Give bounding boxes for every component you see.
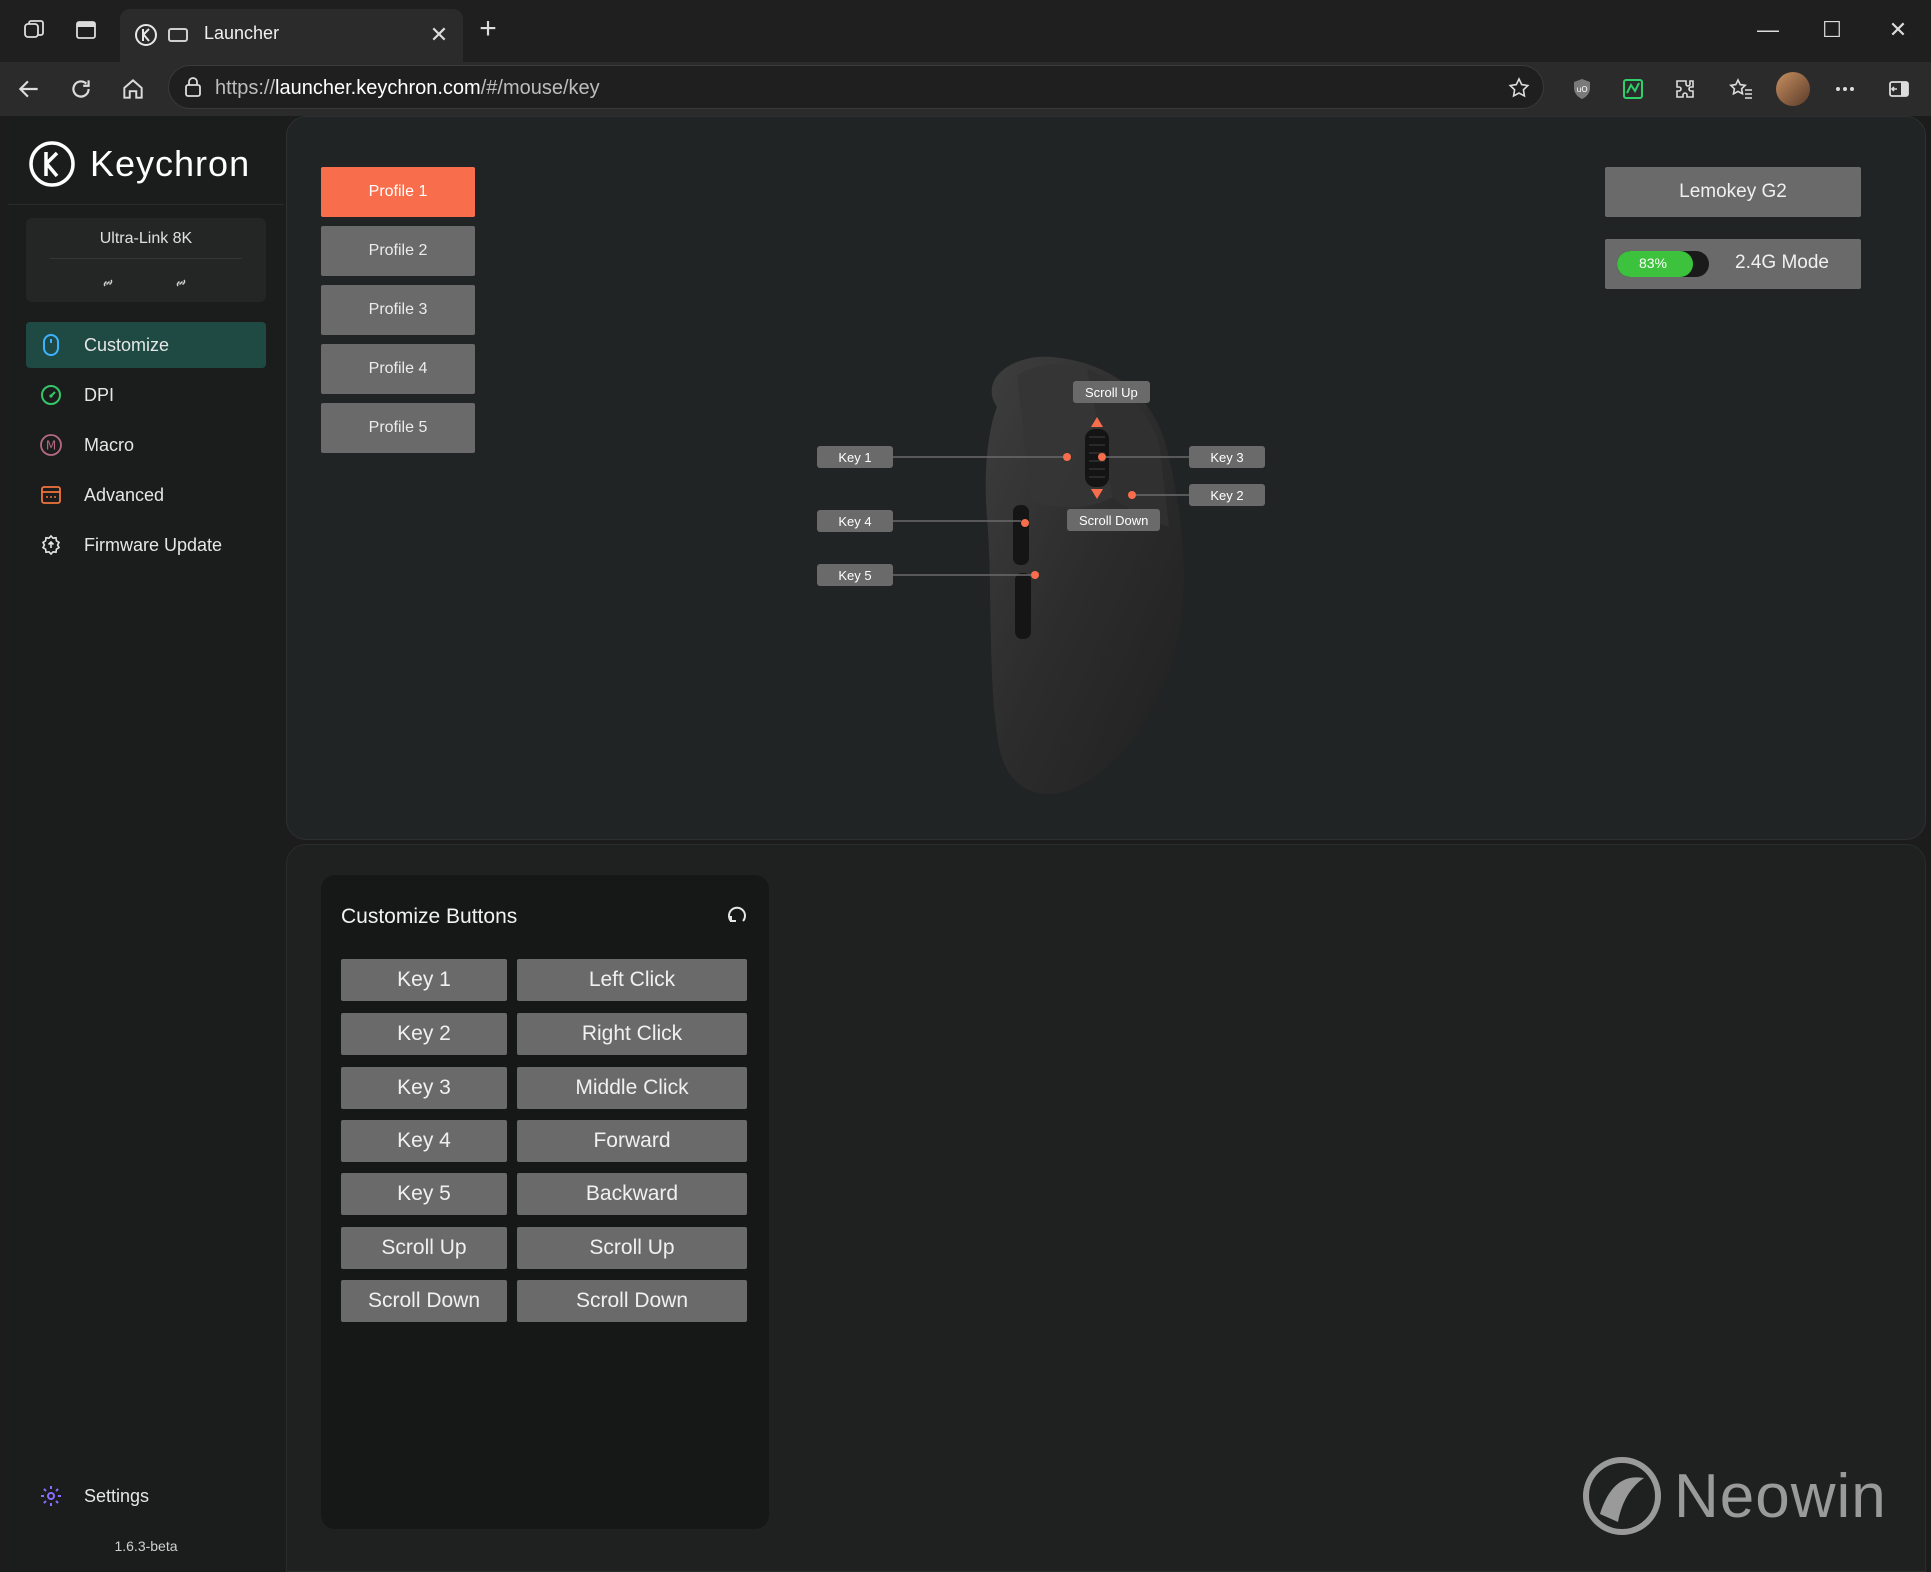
scroll-down-button[interactable]: Scroll Down [341,1280,507,1322]
scroll-down-action-button[interactable]: Scroll Down [517,1280,747,1322]
callout-scroll-up[interactable]: Scroll Up [1073,381,1150,403]
settings-label: Settings [84,1485,150,1506]
vertical-tabs-icon[interactable] [70,14,102,46]
more-menu-icon[interactable] [1828,72,1862,106]
card-title: Customize Buttons [341,905,518,928]
browser-titlebar: Launcher ✕ + — ☐ ✕ [0,0,1931,62]
divider [8,204,284,205]
app-sidebar: Keychron Ultra-Link 8K Customize DPI M M… [8,116,284,1572]
keychron-favicon-icon [135,24,157,46]
keyboard-icon [168,28,188,42]
svg-text:M: M [46,439,56,453]
mouse-icon [38,332,64,358]
sidebar-item-label: Customize [84,334,170,355]
key-5-button[interactable]: Key 5 [341,1173,507,1215]
new-tab-icon[interactable]: + [472,14,504,46]
reset-icon[interactable] [725,905,749,929]
device-name: Ultra-Link 8K [99,230,193,247]
key-3-button[interactable]: Key 3 [341,1067,507,1109]
device-panel: Profile 1 Profile 2 Profile 3 Profile 4 … [286,116,1926,840]
link-icon[interactable] [99,274,117,292]
sidebar-item-macro[interactable]: M Macro [26,422,266,468]
callout-key-4[interactable]: Key 4 [817,510,893,532]
gauge-icon [38,382,64,408]
sidebar-item-dpi[interactable]: DPI [26,372,266,418]
browser-tab[interactable]: Launcher ✕ [120,9,463,62]
gear-icon [38,1483,64,1509]
link-icon[interactable] [172,274,190,292]
battery-indicator: 83% [1617,251,1709,277]
device-model-button[interactable]: Lemokey G2 [1605,167,1861,217]
lock-icon[interactable] [183,76,203,98]
firmware-update-icon [38,532,64,558]
key-1-action-button[interactable]: Left Click [517,959,747,1001]
callout-scroll-down[interactable]: Scroll Down [1067,509,1161,531]
profile-1-button[interactable]: Profile 1 [321,167,475,217]
close-window-icon[interactable]: ✕ [1878,12,1918,48]
mouse-body [891,356,1195,794]
app-version: 1.6.3-beta [114,1538,178,1554]
profile-3-button[interactable]: Profile 3 [321,285,475,335]
callout-key-1[interactable]: Key 1 [817,446,893,468]
key-2-button[interactable]: Key 2 [341,1013,507,1055]
watermark-text: Neowin [1674,1461,1887,1531]
favorites-icon[interactable] [1724,72,1758,106]
key-2-action-button[interactable]: Right Click [517,1013,747,1055]
callout-key-2[interactable]: Key 2 [1189,484,1265,506]
advanced-window-icon [38,482,64,508]
key-1-button[interactable]: Key 1 [341,959,507,1001]
sidebar-item-firmware-update[interactable]: Firmware Update [26,522,266,568]
svg-text:uO: uO [1576,85,1587,94]
sidebar-item-label: Advanced [84,484,165,505]
maximize-icon[interactable]: ☐ [1812,12,1852,48]
sidebar-toggle-icon[interactable] [1882,72,1916,106]
battery-percent: 83% [1638,255,1668,271]
neowin-watermark: Neowin [1582,1454,1902,1538]
profile-5-button[interactable]: Profile 5 [321,403,475,453]
scroll-up-button[interactable]: Scroll Up [341,1227,507,1269]
favorite-star-icon[interactable] [1507,76,1531,100]
ublock-extension-icon[interactable]: uO [1565,72,1599,106]
close-tab-icon[interactable]: ✕ [425,21,453,49]
sidebar-item-label: DPI [84,384,115,405]
browser-toolbar: https://launcher.keychron.com/#/mouse/ke… [0,62,1931,116]
keychron-logo-icon [29,141,75,187]
scroll-up-action-button[interactable]: Scroll Up [517,1227,747,1269]
connection-mode: 83% 2.4G Mode [1605,239,1861,289]
key-5-action-button[interactable]: Backward [517,1173,747,1215]
back-icon[interactable] [12,72,46,106]
green-extension-icon[interactable] [1616,72,1650,106]
sidebar-item-label: Macro [84,434,135,455]
sidebar-item-settings[interactable]: Settings [26,1476,149,1516]
customize-buttons-card: Customize Buttons Key 1 Left Click Key 2… [321,875,769,1529]
url-text[interactable]: https://launcher.keychron.com/#/mouse/ke… [215,77,600,100]
workspaces-icon[interactable] [18,14,50,46]
profile-avatar[interactable] [1776,72,1810,106]
callout-key-3[interactable]: Key 3 [1189,446,1265,468]
neowin-logo-icon [1583,1457,1661,1535]
tab-title: Launcher [204,23,280,43]
mouse-illustration: Scroll Up Key 1 Key 3 Key 2 Scroll Down … [817,257,1317,817]
sidebar-item-customize[interactable]: Customize [26,322,266,368]
address-bar[interactable]: https://launcher.keychron.com/#/mouse/ke… [168,65,1544,109]
extensions-puzzle-icon[interactable] [1668,72,1702,106]
profile-4-button[interactable]: Profile 4 [321,344,475,394]
divider [50,258,242,259]
key-4-action-button[interactable]: Forward [517,1120,747,1162]
mode-text: 2.4G Mode [1735,252,1829,273]
keychron-logo[interactable]: Keychron [28,136,250,192]
home-icon[interactable] [116,72,150,106]
macro-m-icon: M [38,432,64,458]
key-4-button[interactable]: Key 4 [341,1120,507,1162]
sidebar-item-advanced[interactable]: Advanced [26,472,266,518]
sidebar-item-label: Firmware Update [84,534,223,555]
minimize-icon[interactable]: — [1748,12,1788,48]
refresh-icon[interactable] [64,72,98,106]
callout-key-5[interactable]: Key 5 [817,564,893,586]
brand-name: Keychron [90,143,251,184]
profile-2-button[interactable]: Profile 2 [321,226,475,276]
device-card: Ultra-Link 8K [26,218,266,302]
key-3-action-button[interactable]: Middle Click [517,1067,747,1109]
